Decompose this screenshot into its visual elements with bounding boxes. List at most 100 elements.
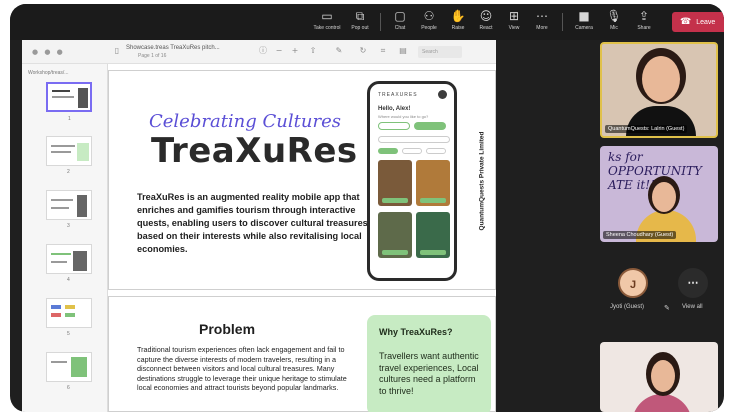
page-thumbnail[interactable]: 5 <box>46 298 92 337</box>
product-description: TreaXuRes is an augmented reality mobile… <box>137 192 368 254</box>
thumb-line <box>52 90 70 92</box>
react-button[interactable]: ☺ React <box>474 8 498 38</box>
grid-icon: ⊞ <box>508 9 520 23</box>
phone-card <box>416 160 450 206</box>
phone-card <box>416 212 450 258</box>
why-callout: Why TreaXuRes? Travellers want authentic… <box>367 315 491 412</box>
phone-tab <box>378 148 398 154</box>
ellipsis-icon: ⋯ <box>536 9 548 23</box>
info-icon[interactable]: ⓘ <box>258 46 268 56</box>
view-button[interactable]: ⊞ View <box>502 8 526 38</box>
sidebar-title: Workshop/treas/... <box>28 70 69 76</box>
form-icon[interactable]: ▤ <box>398 46 408 56</box>
person-body <box>626 106 696 136</box>
brand-wordmark: TreaXuRes <box>151 131 358 171</box>
sidebar-toggle-icon[interactable]: ▯ <box>112 46 122 56</box>
rotate-icon[interactable]: ↻ <box>358 46 368 56</box>
mic-off-icon: 🎙 <box>606 9 622 23</box>
person-face <box>651 360 675 392</box>
mic-button[interactable]: 🎙 Mic <box>602 8 626 38</box>
phone-card-button <box>420 250 446 255</box>
person-body <box>632 394 692 412</box>
thumb-line <box>51 261 67 263</box>
thumb-line <box>51 253 71 255</box>
thumb-box <box>77 143 89 161</box>
pdf-viewer-toolbar: ● ● ● ▯ Showcase.treas TreaXuRes pitch..… <box>22 40 496 64</box>
thumb-phone <box>77 195 87 217</box>
thumb-line <box>51 199 73 201</box>
thumb-line <box>52 96 74 98</box>
thumb-number: 5 <box>67 331 70 337</box>
participant-video-tile[interactable]: QuantumQuests: Lalrin (Guest) <box>600 42 718 138</box>
page-thumbnail[interactable]: 6 <box>46 352 92 391</box>
phone-greeting: Hello, Alex! <box>378 106 411 112</box>
page-indicator: Page 1 of 16 <box>138 53 167 59</box>
share-button[interactable]: ⇪ Share <box>630 8 658 38</box>
avatar[interactable]: J <box>618 268 648 298</box>
thumb-line <box>51 313 61 317</box>
phone-mockup: TREAXURES Hello, Alex! Where would you l… <box>367 81 457 281</box>
zoom-out-icon[interactable]: − <box>274 46 284 56</box>
page-thumbnail[interactable]: 2 <box>46 136 92 175</box>
document-title: Showcase.treas TreaXuRes pitch... <box>126 45 220 51</box>
phone-card <box>378 212 412 258</box>
thumb-number: 3 <box>67 223 70 229</box>
slide-problem: Problem Traditional tourism experiences … <box>108 296 496 412</box>
teams-meeting-window: ▭ Take control ⧉ Pop out ▢ Chat ⚇ People… <box>10 4 724 412</box>
search-input[interactable]: Search <box>418 46 462 58</box>
camera-icon: ■ <box>578 9 590 23</box>
page-thumbnail[interactable]: 3 <box>46 190 92 229</box>
people-button[interactable]: ⚇ People <box>416 8 442 38</box>
phone-search <box>378 136 450 143</box>
thumb-line <box>51 151 71 153</box>
thumbnail-sidebar: Workshop/treas/... 1 2 3 4 5 6 <box>22 64 108 412</box>
problem-text: Traditional tourism experiences often la… <box>137 345 347 392</box>
crop-icon[interactable]: ⌗ <box>378 46 388 56</box>
pop-out-button[interactable]: ⧉ Pop out <box>346 8 374 38</box>
slide-script-title: Celebrating Cultures <box>149 111 341 132</box>
phone-tab <box>426 148 446 154</box>
thumb-phone <box>73 251 87 271</box>
chat-button[interactable]: ▢ Chat <box>388 8 412 38</box>
page-thumbnail[interactable]: 1 <box>46 82 92 122</box>
participant-video-tile[interactable] <box>600 342 718 412</box>
mic-off-icon: ✎ <box>664 305 670 312</box>
phone-card <box>378 160 412 206</box>
share-doc-icon[interactable]: ⇧ <box>308 46 318 56</box>
phone-subtitle: Where would you like to go? <box>378 114 429 119</box>
take-control-button[interactable]: ▭ Take control <box>310 8 344 38</box>
chat-icon: ▢ <box>394 9 406 23</box>
camera-button[interactable]: ■ Camera <box>570 8 598 38</box>
page-thumbnail[interactable]: 4 <box>46 244 92 283</box>
window-controls[interactable]: ● ● ● <box>32 48 65 56</box>
company-name: QuantumQuests Private Limited <box>478 131 486 231</box>
smiley-icon: ☺ <box>479 9 493 23</box>
meeting-toolbar: ▭ Take control ⧉ Pop out ▢ Chat ⚇ People… <box>10 4 724 40</box>
thumb-line <box>51 305 61 309</box>
leave-button[interactable]: ☎ Leave <box>672 12 724 32</box>
participant-video-tile[interactable]: ks for OPPORTUNITY ATE it!! Sheena Choud… <box>600 146 718 242</box>
participant-name: Sheena Choudhary (Guest) <box>603 231 677 239</box>
zoom-in-icon[interactable]: + <box>290 46 300 56</box>
person-face <box>652 182 676 212</box>
thumb-line <box>65 313 75 317</box>
person-face <box>642 56 680 102</box>
more-button[interactable]: ⋯ More <box>530 8 554 38</box>
phone-pill <box>378 122 410 130</box>
thumb-line <box>51 361 67 363</box>
thumb-number: 1 <box>68 116 71 122</box>
problem-heading: Problem <box>199 321 256 337</box>
view-all-label: View all <box>682 304 703 310</box>
why-heading: Why TreaXuRes? <box>379 327 453 337</box>
thumb-box <box>71 357 87 377</box>
slide-title: Celebrating Cultures TreaXuRes TreaXuRes… <box>108 70 496 290</box>
monitor-icon: ▭ <box>321 9 333 23</box>
company-name-vertical: QuantumQuests Private Limited <box>475 101 489 261</box>
raise-hand-button[interactable]: ✋ Raise <box>446 8 470 38</box>
markup-icon[interactable]: ✎ <box>334 46 344 56</box>
thumb-number: 4 <box>67 277 70 283</box>
view-all-button[interactable]: ⋯ <box>678 268 708 298</box>
popout-icon: ⧉ <box>355 9 365 23</box>
phone-brand: TREAXURES <box>378 92 418 98</box>
people-icon: ⚇ <box>423 9 435 23</box>
